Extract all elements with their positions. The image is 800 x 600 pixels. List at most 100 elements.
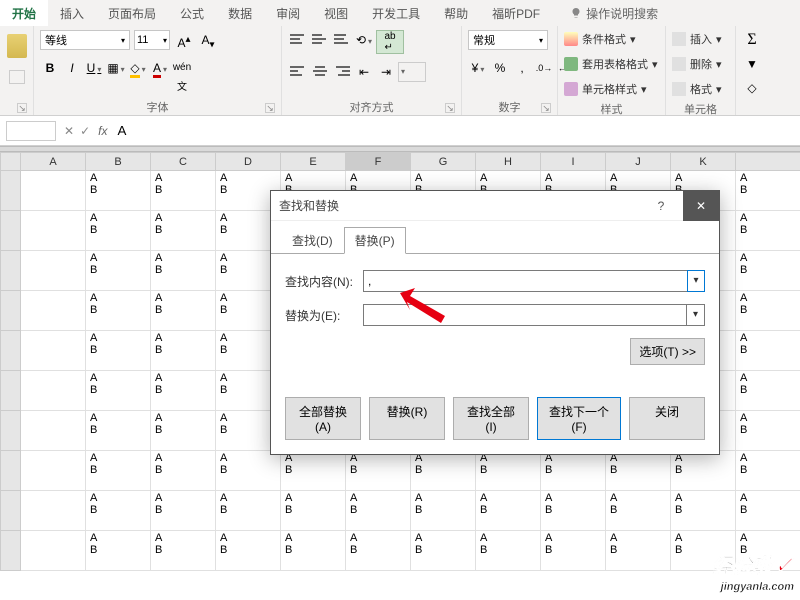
align-left[interactable] xyxy=(288,62,308,80)
cell[interactable]: A B xyxy=(736,411,800,451)
cell[interactable]: A B xyxy=(86,291,151,331)
cell[interactable]: A B xyxy=(281,531,346,571)
replace-button[interactable]: 替换(R) xyxy=(369,397,445,440)
row-header[interactable] xyxy=(1,531,21,571)
tab-replace[interactable]: 替换(P) xyxy=(344,227,406,254)
cell[interactable] xyxy=(21,531,86,571)
cell[interactable]: A B xyxy=(151,491,216,531)
cell[interactable]: A B xyxy=(86,211,151,251)
cell[interactable]: A B xyxy=(671,451,736,491)
tab-dev[interactable]: 开发工具 xyxy=(360,0,432,26)
cell[interactable]: A B xyxy=(86,371,151,411)
cell[interactable]: A B xyxy=(476,531,541,571)
name-box[interactable] xyxy=(6,121,56,141)
font-launcher[interactable]: ↘ xyxy=(265,103,275,113)
row-header[interactable] xyxy=(1,171,21,211)
cell[interactable] xyxy=(21,451,86,491)
number-format-combo[interactable]: 常规▾ xyxy=(468,30,548,50)
clear-button[interactable]: ◇ xyxy=(742,78,762,98)
cell[interactable]: A B xyxy=(216,451,281,491)
cancel-edit-icon[interactable]: ✕ xyxy=(64,124,74,138)
cell[interactable] xyxy=(21,211,86,251)
cell[interactable]: A B xyxy=(151,251,216,291)
row-header[interactable] xyxy=(1,451,21,491)
conditional-format-button[interactable]: 条件格式 ▾ xyxy=(564,30,636,48)
decrease-font-button[interactable]: A▾ xyxy=(198,30,218,50)
fill-button[interactable]: ▼ xyxy=(742,54,762,74)
cell[interactable]: A B xyxy=(151,531,216,571)
cell[interactable] xyxy=(21,371,86,411)
comma-button[interactable]: , xyxy=(512,58,532,78)
select-all-corner[interactable] xyxy=(1,153,21,171)
font-name-combo[interactable]: 等线▾ xyxy=(40,30,130,50)
merge-button[interactable] xyxy=(398,62,426,82)
cell[interactable]: A B xyxy=(151,371,216,411)
row-header[interactable] xyxy=(1,411,21,451)
cell[interactable]: A B xyxy=(346,491,411,531)
delete-cells-button[interactable]: 删除 ▾ xyxy=(672,55,722,73)
find-all-button[interactable]: 查找全部(I) xyxy=(453,397,529,440)
fill-color-button[interactable]: ◇ xyxy=(128,58,148,78)
clipboard-options[interactable] xyxy=(9,70,25,84)
wrap-text-button[interactable]: ab↵ xyxy=(376,30,404,54)
row-header[interactable] xyxy=(1,331,21,371)
tab-home[interactable]: 开始 xyxy=(0,0,48,26)
cell[interactable] xyxy=(21,411,86,451)
cell[interactable]: A B xyxy=(86,411,151,451)
cell[interactable]: A B xyxy=(151,211,216,251)
italic-button[interactable]: I xyxy=(62,58,82,78)
cell[interactable]: A B xyxy=(411,531,476,571)
cell[interactable]: A B xyxy=(86,531,151,571)
replace-input[interactable] xyxy=(364,305,686,325)
row-header[interactable] xyxy=(1,211,21,251)
col-header[interactable]: I xyxy=(541,153,606,171)
font-color-button[interactable]: A xyxy=(150,58,170,78)
cell[interactable]: A B xyxy=(606,451,671,491)
tell-me-search[interactable]: 操作说明搜索 xyxy=(558,0,670,26)
cell[interactable]: A B xyxy=(476,491,541,531)
tab-foxit[interactable]: 福昕PDF xyxy=(480,0,552,26)
fx-label[interactable]: fx xyxy=(98,124,107,138)
replace-dropdown-button[interactable]: ▾ xyxy=(686,305,704,325)
cell[interactable]: A B xyxy=(86,451,151,491)
dialog-titlebar[interactable]: 查找和替换 ? ✕ xyxy=(271,191,719,221)
orientation-button[interactable]: ⟲ xyxy=(354,30,374,50)
formula-input[interactable] xyxy=(115,121,794,141)
cell[interactable]: A B xyxy=(151,291,216,331)
cell[interactable]: A B xyxy=(86,251,151,291)
borders-button[interactable]: ▦ xyxy=(106,58,126,78)
cell[interactable]: A B xyxy=(151,451,216,491)
replace-input-combo[interactable]: ▾ xyxy=(363,304,705,326)
align-middle[interactable] xyxy=(310,30,330,48)
cell[interactable]: A B xyxy=(151,331,216,371)
tab-review[interactable]: 审阅 xyxy=(264,0,312,26)
tab-insert[interactable]: 插入 xyxy=(48,0,96,26)
cell[interactable]: A B xyxy=(736,451,800,491)
col-header[interactable]: C xyxy=(151,153,216,171)
cell[interactable]: A B xyxy=(736,211,800,251)
cell[interactable]: A B xyxy=(86,491,151,531)
currency-button[interactable]: ¥ xyxy=(468,58,488,78)
cell[interactable]: A B xyxy=(346,531,411,571)
font-size-combo[interactable]: 11▾ xyxy=(134,30,170,50)
col-header[interactable]: D xyxy=(216,153,281,171)
cell[interactable]: A B xyxy=(411,451,476,491)
row-header[interactable] xyxy=(1,291,21,331)
underline-button[interactable]: U xyxy=(84,58,104,78)
col-header[interactable]: K xyxy=(671,153,736,171)
cell[interactable] xyxy=(21,491,86,531)
cell[interactable]: A B xyxy=(736,171,800,211)
autosum-button[interactable]: Σ xyxy=(742,30,762,50)
align-center[interactable] xyxy=(310,62,330,80)
cell-styles-button[interactable]: 单元格样式 ▾ xyxy=(564,80,647,98)
insert-cells-button[interactable]: 插入 ▾ xyxy=(672,30,722,48)
confirm-edit-icon[interactable]: ✓ xyxy=(80,124,90,138)
tab-data[interactable]: 数据 xyxy=(216,0,264,26)
cell[interactable]: A B xyxy=(151,171,216,211)
cell[interactable]: A B xyxy=(606,531,671,571)
find-dropdown-button[interactable]: ▾ xyxy=(687,270,705,292)
dialog-close-footer-button[interactable]: 关闭 xyxy=(629,397,705,440)
cell[interactable] xyxy=(21,291,86,331)
tab-find[interactable]: 查找(D) xyxy=(281,227,344,254)
col-header[interactable]: J xyxy=(606,153,671,171)
